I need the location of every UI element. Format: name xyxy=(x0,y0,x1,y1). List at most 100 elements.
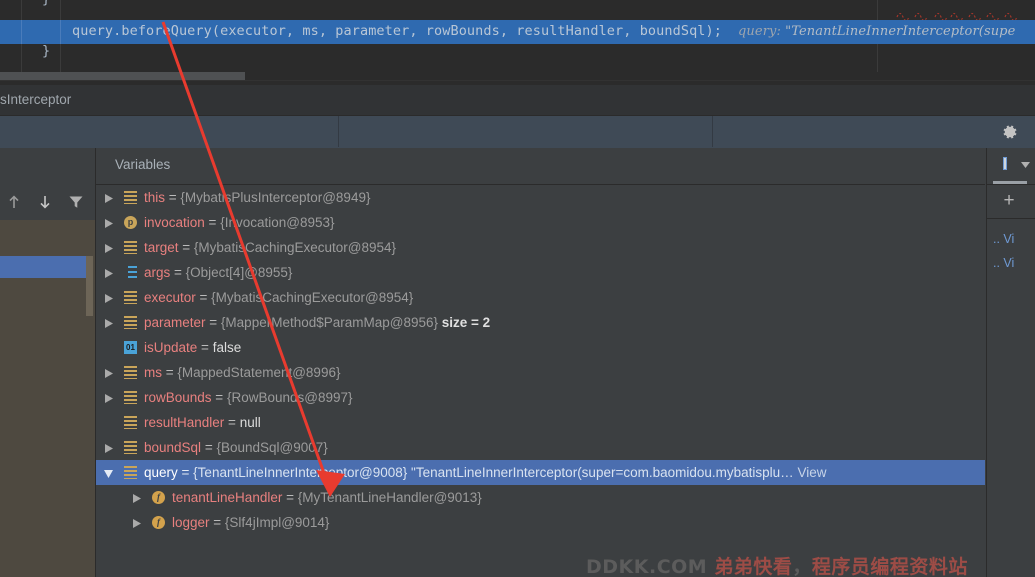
watch-tab-icon xyxy=(1003,157,1007,170)
expand-arrow-right-icon[interactable] xyxy=(132,494,141,503)
variable-name: target xyxy=(144,240,179,255)
variable-row[interactable]: f logger = {Slf4jImpl@9014} xyxy=(96,510,985,535)
expand-arrow-right-icon[interactable] xyxy=(104,294,113,303)
expand-arrow-right-icon[interactable] xyxy=(104,369,113,378)
chevron-down-icon[interactable] xyxy=(1021,162,1030,168)
variable-name: logger xyxy=(172,515,210,530)
variables-tree[interactable]: this = {MybatisPlusInterceptor@8949} p inv… xyxy=(96,185,985,577)
variable-row[interactable]: query = {TenantLineInnerInterceptor@9008… xyxy=(96,460,985,485)
variable-size: size = 2 xyxy=(441,315,491,330)
variable-row[interactable]: parameter = {MapperMethod$ParamMap@8956}… xyxy=(96,310,985,335)
gear-icon[interactable] xyxy=(1001,123,1019,141)
variable-value: {RowBounds@8997} xyxy=(226,390,353,405)
expand-arrow-right-icon[interactable] xyxy=(132,519,141,528)
editor-hscrollbar-thumb[interactable] xyxy=(0,72,245,80)
expand-arrow-right-icon[interactable] xyxy=(104,319,113,328)
variable-text: boundSql = {BoundSql@9007} xyxy=(144,435,328,460)
arrow-up-icon[interactable] xyxy=(4,192,24,212)
watch-item-2[interactable]: .. Vi xyxy=(993,256,1014,270)
watches-header[interactable] xyxy=(987,148,1035,185)
ide-debugger-window: } query.beforeQuery(executor, ms, parame… xyxy=(0,0,1035,577)
list-icon xyxy=(124,291,137,304)
variable-value: false xyxy=(212,340,242,355)
variable-value: {MybatisCachingExecutor@8954} xyxy=(193,240,396,255)
frames-scrollbar-thumb[interactable] xyxy=(86,256,93,316)
toolbar-separator-2 xyxy=(712,116,713,147)
variable-row[interactable]: this = {MybatisPlusInterceptor@8949} xyxy=(96,185,985,210)
variable-row[interactable]: rowBounds = {RowBounds@8997} xyxy=(96,385,985,410)
variable-text: tenantLineHandler = {MyTenantLineHandler… xyxy=(172,485,482,510)
variable-value: {MapperMethod$ParamMap@8956} xyxy=(220,315,439,330)
expand-arrow-right-icon[interactable] xyxy=(104,194,113,203)
code-editor[interactable]: } query.beforeQuery(executor, ms, parame… xyxy=(0,0,1035,85)
variable-equals: = xyxy=(170,265,186,280)
variable-text: this = {MybatisPlusInterceptor@8949} xyxy=(144,185,370,210)
variable-value: {MybatisCachingExecutor@8954} xyxy=(211,290,414,305)
list-icon xyxy=(124,191,137,204)
frames-scrollbar-track[interactable] xyxy=(86,220,94,577)
variable-equals: = xyxy=(282,490,298,505)
variable-equals: = xyxy=(201,440,217,455)
variable-text: parameter = {MapperMethod$ParamMap@8956}… xyxy=(144,310,490,335)
variable-row[interactable]: args = {Object[4]@8955} xyxy=(96,260,985,285)
field-icon: f xyxy=(152,491,165,504)
expand-arrow-right-icon[interactable] xyxy=(104,244,113,253)
variables-title: Variables xyxy=(115,157,171,172)
inline-hint-value: "TenantLineInnerInterceptor(supe xyxy=(785,24,1016,39)
variable-equals: = xyxy=(195,290,212,305)
watches-panel: + .. Vi .. Vi xyxy=(986,148,1035,577)
spellcheck-squiggle-icon xyxy=(896,12,1018,20)
variable-equals: = xyxy=(211,390,227,405)
variable-equals: = xyxy=(162,365,178,380)
watermark-site: DDKK.COM xyxy=(586,556,708,577)
variable-row[interactable]: 01 isUpdate = false xyxy=(96,335,985,360)
inline-parameter-hint: query: "TenantLineInnerInterceptor(supe xyxy=(722,24,1015,39)
frames-list[interactable] xyxy=(0,220,96,577)
variable-value: {Invocation@8953} xyxy=(220,215,335,230)
variable-row[interactable]: resultHandler = null xyxy=(96,410,985,435)
variable-equals: = xyxy=(204,215,221,230)
arrow-down-icon[interactable] xyxy=(35,192,55,212)
view-value-link[interactable]: View xyxy=(797,465,826,480)
filter-icon[interactable] xyxy=(66,192,86,212)
inline-hint-label: query: xyxy=(738,24,781,39)
debugger-body: Variables this = {MybatisPlusInterceptor… xyxy=(0,148,1035,577)
variable-name: isUpdate xyxy=(144,340,198,355)
variable-text: args = {Object[4]@8955} xyxy=(144,260,292,285)
variable-text: rowBounds = {RowBounds@8997} xyxy=(144,385,353,410)
variable-value: null xyxy=(239,415,261,430)
variable-row[interactable]: f tenantLineHandler = {MyTenantLineHandle… xyxy=(96,485,985,510)
variable-row[interactable]: boundSql = {BoundSql@9007} xyxy=(96,435,985,460)
add-watch-button[interactable]: + xyxy=(1001,191,1017,210)
breadcrumb-item[interactable]: sInterceptor xyxy=(0,92,71,107)
variable-name: parameter xyxy=(144,315,206,330)
variable-name: this xyxy=(144,190,166,205)
expand-arrow-right-icon[interactable] xyxy=(104,219,113,228)
expand-arrow-right-icon[interactable] xyxy=(104,444,113,453)
watch-item-1[interactable]: .. Vi xyxy=(993,232,1014,246)
frame-list-item-selected[interactable] xyxy=(0,256,88,278)
frames-panel-header xyxy=(0,148,96,185)
variable-row[interactable]: executor = {MybatisCachingExecutor@8954} xyxy=(96,285,985,310)
list-icon xyxy=(124,441,137,454)
watermark: DDKK.COM 弟弟快看，程序员编程资料站 xyxy=(586,552,968,577)
code-line-highlighted[interactable]: query.beforeQuery(executor, ms, paramete… xyxy=(0,20,1035,44)
variable-row[interactable]: target = {MybatisCachingExecutor@8954} xyxy=(96,235,985,260)
add-watch-row[interactable]: + xyxy=(987,185,1035,219)
boolean-icon: 01 xyxy=(124,341,137,354)
expand-arrow-down-icon[interactable] xyxy=(104,469,113,478)
variable-equals: = xyxy=(165,190,181,205)
param-icon: p xyxy=(124,216,137,229)
expand-arrow-right-icon[interactable] xyxy=(104,394,113,403)
breadcrumb[interactable]: sInterceptor xyxy=(0,85,1035,115)
watches-tab-underline xyxy=(993,181,1027,184)
expand-arrow-right-icon[interactable] xyxy=(104,269,113,278)
variable-name: resultHandler xyxy=(144,415,225,430)
variable-name: invocation xyxy=(144,215,205,230)
list-icon xyxy=(124,416,137,429)
list-icon xyxy=(124,316,137,329)
variable-row[interactable]: p invocation = {Invocation@8953} xyxy=(96,210,985,235)
variable-row[interactable]: ms = {MappedStatement@8996} xyxy=(96,360,985,385)
variable-value: {Slf4jImpl@9014} xyxy=(224,515,330,530)
variable-equals: = xyxy=(205,315,221,330)
